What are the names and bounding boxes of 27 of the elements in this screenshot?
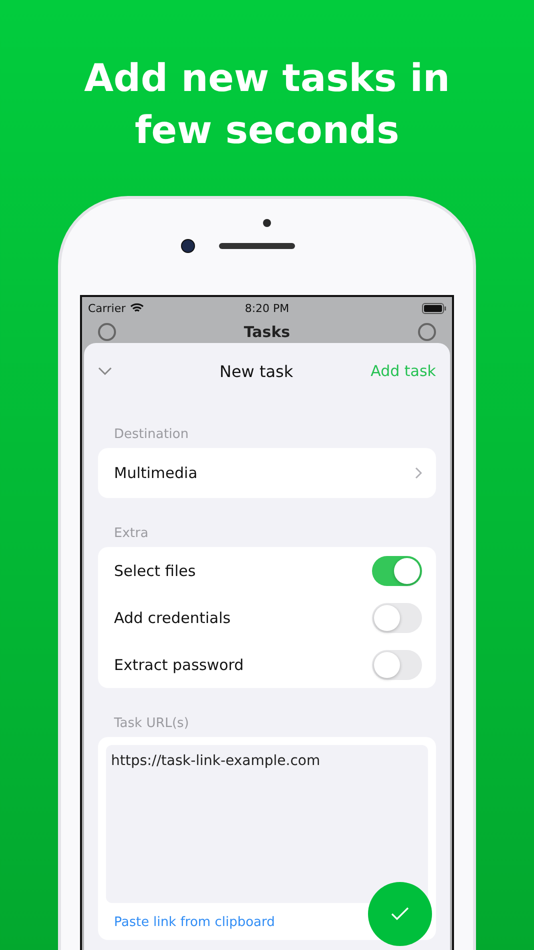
status-time: 8:20 PM: [244, 302, 290, 314]
url-field[interactable]: https://task-link-example.com: [106, 745, 428, 903]
toggle-switch[interactable]: [372, 650, 422, 680]
toggle-switch[interactable]: [372, 556, 422, 586]
section-label: Task URL(s): [114, 716, 190, 731]
section-label: Destination: [114, 427, 190, 442]
carrier-label: Carrier: [88, 302, 126, 314]
option-label: Select files: [114, 562, 196, 580]
battery-icon: [422, 302, 446, 314]
sheet-title: New task: [219, 362, 294, 380]
headline: Add new tasks in few seconds: [84, 55, 450, 154]
circle-icon[interactable]: [418, 323, 436, 341]
sensor-icon: [263, 219, 271, 227]
destination-row[interactable]: Multimedia: [98, 448, 436, 498]
circle-icon[interactable]: [98, 323, 116, 341]
toggle-switch[interactable]: [372, 602, 422, 632]
camera-icon: [181, 239, 195, 253]
wifi-icon: [130, 303, 144, 313]
check-icon: [391, 907, 409, 921]
nav-title: Tasks: [244, 323, 290, 341]
chevron-down-icon[interactable]: [98, 367, 112, 375]
speaker-icon: [219, 243, 295, 249]
option-label: Add credentials: [114, 608, 231, 626]
chevron-right-icon: [415, 467, 422, 479]
option-label: Extract password: [114, 656, 244, 674]
section-label: Extra: [114, 526, 150, 541]
destination-value: Multimedia: [114, 464, 198, 482]
